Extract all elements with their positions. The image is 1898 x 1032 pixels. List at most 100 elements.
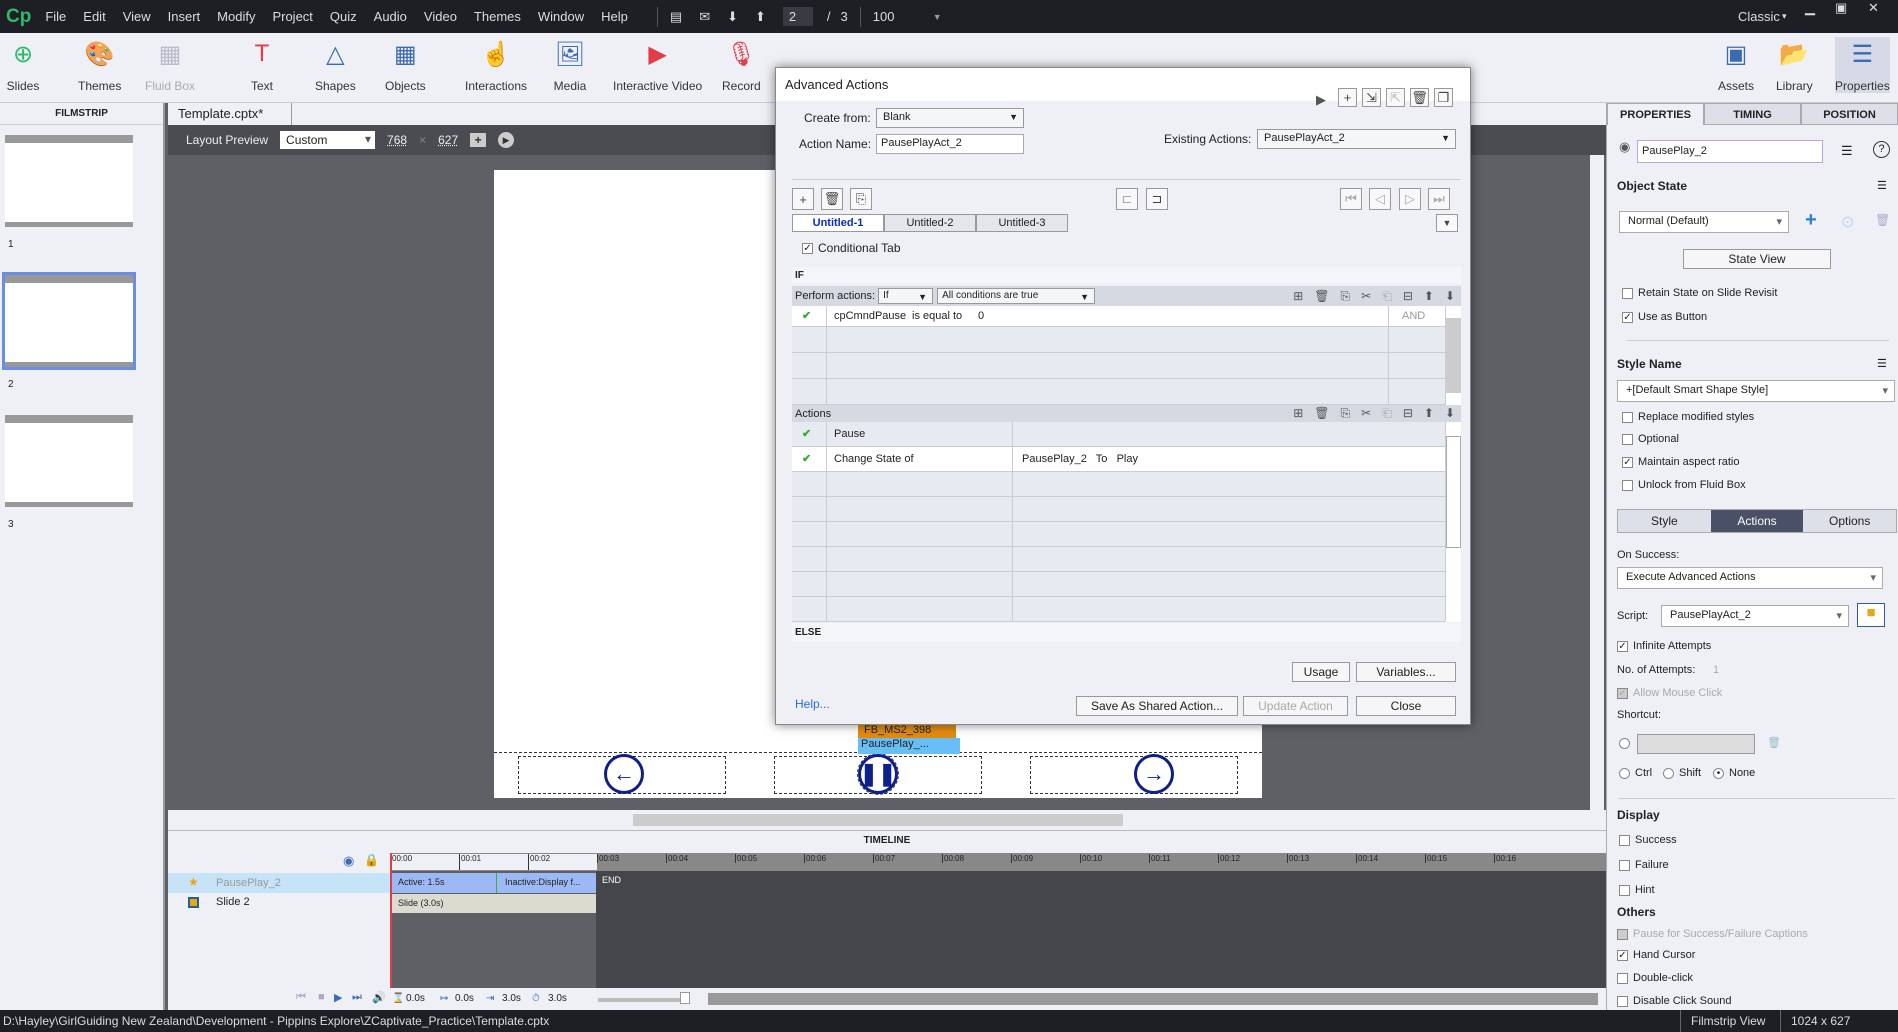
object-name-input[interactable]: PausePlay_2	[1637, 140, 1823, 163]
action-row[interactable]	[792, 522, 1445, 547]
condition-operator[interactable]: is equal to	[912, 310, 962, 322]
forward-arrow-button[interactable]: →	[1134, 754, 1174, 794]
maintain-aspect-checkbox[interactable]: ✓ Maintain aspect ratio	[1622, 456, 1740, 468]
condition-variable[interactable]: cpCmndPause	[834, 310, 906, 322]
insert-row-icon[interactable]: ⊞	[1293, 406, 1303, 421]
action-target[interactable]: PausePlay_2 To Play	[1022, 453, 1138, 465]
menu-project[interactable]: Project	[272, 9, 312, 24]
scroll-thumb[interactable]	[633, 814, 1123, 826]
usage-button[interactable]: Usage	[1292, 662, 1350, 682]
inactive-bar[interactable]: Inactive:Display f...	[496, 873, 596, 893]
add-action-icon[interactable]: +	[1338, 88, 1357, 107]
script-select[interactable]: PausePlayAct_2	[1661, 605, 1849, 627]
menu-help[interactable]: Help	[601, 9, 628, 24]
on-success-select[interactable]: Execute Advanced Actions	[1617, 567, 1883, 589]
properties-button[interactable]: ☰ Properties	[1835, 37, 1890, 93]
rewind-icon[interactable]: ⏮	[296, 991, 306, 1004]
document-tab[interactable]: Template.cptx* x	[168, 103, 292, 136]
shapes-button[interactable]: △ Shapes	[315, 37, 356, 94]
slide-bar[interactable]: Slide (3.0s)	[390, 894, 596, 913]
action-row[interactable]: ✔ Pause	[792, 422, 1445, 447]
add-decision-icon[interactable]: +	[792, 188, 814, 210]
success-checkbox[interactable]: Success	[1619, 834, 1677, 846]
condition-row[interactable]	[792, 327, 1445, 353]
update-action-button[interactable]: Update Action	[1243, 696, 1348, 716]
move-down-icon[interactable]: ⬇	[1445, 289, 1455, 304]
add-breakpoint-icon[interactable]: +	[470, 133, 487, 147]
variables-button[interactable]: Variables...	[1356, 662, 1456, 682]
slide-thumbnail-2[interactable]	[2, 272, 136, 370]
insert-below-icon[interactable]: ⊟	[1403, 289, 1413, 304]
play-icon[interactable]: ▶	[498, 132, 515, 148]
menu-window[interactable]: Window	[538, 9, 584, 24]
double-click-checkbox[interactable]: Double-click	[1617, 972, 1693, 984]
time-ruler[interactable]: 00:00 00:01 00:02 00:03 00:04 00:05 00:06 00:07…	[390, 853, 1606, 871]
interactions-button[interactable]: ☝ Interactions	[465, 37, 527, 94]
chevron-down-icon[interactable]: ▾	[1782, 11, 1787, 22]
subtab-actions[interactable]: Actions	[1710, 510, 1804, 532]
preview-icon[interactable]: ▤	[670, 9, 682, 25]
mail-icon[interactable]: ✉	[699, 9, 710, 25]
objects-button[interactable]: ▦ Objects	[385, 37, 426, 94]
use-as-button-checkbox[interactable]: ✓ Use as Button	[1622, 311, 1707, 323]
condition-logic[interactable]: AND	[1402, 310, 1425, 322]
conditions-scrollbar[interactable]	[1445, 306, 1461, 405]
attempts-input[interactable]: 1	[1713, 664, 1719, 676]
timeline-scrollbar[interactable]	[708, 993, 1598, 1005]
state-view-button[interactable]: State View	[1683, 249, 1831, 269]
menu-icon[interactable]: ☰	[1877, 357, 1887, 370]
trash-icon[interactable]: 🗑	[1410, 88, 1429, 107]
duplicate-icon[interactable]: ❐	[1434, 88, 1453, 107]
shortcut-input[interactable]	[1637, 734, 1755, 754]
preview-play-icon[interactable]: ▶	[1316, 92, 1326, 108]
tab-untitled-3[interactable]: Untitled-3	[976, 214, 1068, 232]
cut-icon[interactable]: ✂	[1361, 406, 1371, 421]
replace-styles-checkbox[interactable]: Replace modified styles	[1622, 411, 1754, 423]
conditions-select[interactable]: All conditions are true	[937, 288, 1096, 304]
optional-checkbox[interactable]: Optional	[1622, 433, 1679, 445]
eye-icon[interactable]: ◉	[1619, 139, 1630, 155]
delete-decision-icon[interactable]: 🗑	[821, 188, 843, 210]
retain-state-checkbox[interactable]: Retain State on Slide Revisit	[1622, 287, 1777, 299]
previous-icon[interactable]: ◁	[1369, 188, 1391, 210]
layer-row-slide[interactable]: Slide 2	[168, 893, 390, 913]
play-icon[interactable]: ▶	[334, 991, 342, 1004]
perform-type-select[interactable]: If	[878, 288, 934, 304]
horizontal-scrollbar[interactable]	[168, 810, 1606, 830]
menu-file[interactable]: File	[45, 9, 66, 24]
save-shared-action-button[interactable]: Save As Shared Action...	[1076, 696, 1238, 716]
workspace-select[interactable]: Classic	[1738, 9, 1780, 24]
forward-end-icon[interactable]: ⏭	[352, 991, 362, 1004]
ctrl-radio[interactable]: Ctrl	[1619, 767, 1652, 779]
arrow-up-icon[interactable]: ⬆	[755, 9, 766, 25]
back-arrow-button[interactable]: ←	[604, 754, 644, 794]
style-select[interactable]: +[Default Smart Shape Style]	[1617, 380, 1895, 402]
condition-row[interactable]: ✔ cpCmndPause is equal to 0 AND	[792, 306, 1445, 327]
eye-icon[interactable]: ◉	[343, 853, 354, 869]
tab-properties[interactable]: PROPERTIES	[1607, 103, 1704, 125]
else-section-header[interactable]: ELSE	[792, 623, 1461, 642]
trash-icon[interactable]: 🗑	[1314, 289, 1329, 304]
help-link[interactable]: Help...	[795, 697, 830, 711]
record-button[interactable]: 🎙 Record	[722, 37, 761, 94]
action-row[interactable]	[792, 572, 1445, 597]
copy-icon[interactable]: ⎘	[1341, 289, 1351, 304]
menu-view[interactable]: View	[123, 9, 151, 24]
state-select[interactable]: Normal (Default)	[1619, 211, 1789, 233]
insert-before-icon[interactable]: ⊏	[1116, 188, 1138, 210]
trash-icon[interactable]: 🗑	[1314, 406, 1329, 421]
copy-decision-icon[interactable]: ⎘	[850, 188, 872, 210]
condition-row[interactable]	[792, 353, 1445, 379]
move-up-icon[interactable]: ⬆	[1424, 289, 1434, 304]
create-from-select[interactable]: Blank	[876, 108, 1024, 128]
minimize-button[interactable]: ▁	[1805, 0, 1815, 16]
menu-themes[interactable]: Themes	[474, 9, 521, 24]
failure-checkbox[interactable]: Failure	[1619, 859, 1669, 871]
maximize-button[interactable]: ▣	[1835, 0, 1847, 16]
action-row[interactable]	[792, 472, 1445, 497]
speaker-icon[interactable]: 🔊	[372, 991, 386, 1004]
help-icon[interactable]: ?	[1873, 141, 1890, 158]
chevron-down-icon[interactable]: ▼	[933, 12, 942, 22]
insert-after-icon[interactable]: ⊐	[1146, 188, 1168, 210]
shift-radio[interactable]: Shift	[1663, 767, 1701, 779]
